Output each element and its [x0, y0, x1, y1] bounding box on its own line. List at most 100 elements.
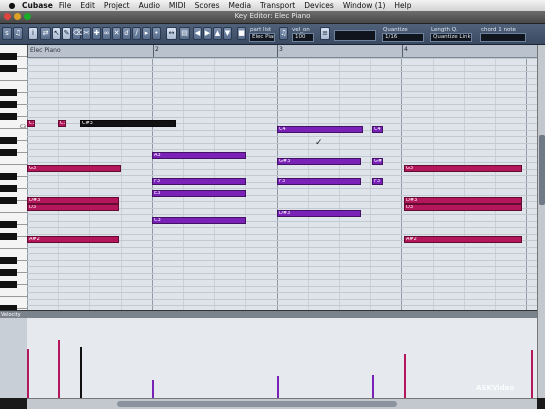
menu-transport[interactable]: Transport	[260, 1, 295, 10]
glue-icon[interactable]: ∞	[102, 27, 111, 40]
part-list-field[interactable]: Elec Piano	[249, 33, 275, 42]
note[interactable]: C4	[372, 126, 383, 133]
piano-black-key[interactable]	[0, 197, 17, 204]
listen-icon[interactable]: ♫	[13, 27, 23, 40]
piano-keyboard[interactable]: C3	[0, 45, 28, 310]
grid-row-line	[27, 292, 537, 293]
snap-mode-field[interactable]	[334, 30, 376, 41]
note[interactable]: D3	[404, 204, 522, 211]
ruler-bar-number: 4	[404, 46, 408, 53]
velocity-bar[interactable]	[152, 380, 154, 398]
zoom-tool-icon[interactable]: ☌	[122, 27, 131, 40]
horizontal-scrollbar[interactable]	[27, 398, 537, 409]
menu-app[interactable]: Cubase	[22, 1, 53, 10]
color-icon[interactable]: ■	[237, 27, 246, 40]
note[interactable]: A3	[152, 152, 246, 159]
note[interactable]: D3	[27, 204, 119, 211]
object-select-icon[interactable]: ↖	[52, 27, 61, 40]
info-icon[interactable]: i	[28, 27, 38, 40]
velocity-bar[interactable]	[372, 375, 374, 398]
menu-audio[interactable]: Audio	[139, 1, 160, 10]
note[interactable]: C3	[152, 217, 246, 224]
note[interactable]: A#2	[404, 236, 522, 243]
velocity-bar[interactable]	[27, 349, 29, 398]
note[interactable]: G#3	[372, 158, 383, 165]
note[interactable]: C4	[277, 126, 363, 133]
apple-icon[interactable]: ●	[6, 1, 18, 10]
note[interactable]: G3	[27, 165, 121, 172]
line-tool-icon[interactable]: ∕	[132, 27, 141, 40]
erase-icon[interactable]: ⌫	[72, 27, 83, 40]
velocity-bar[interactable]	[531, 350, 533, 398]
menu-edit[interactable]: Edit	[80, 1, 95, 10]
ruler[interactable]: Elec Piano 2 3 4	[27, 45, 537, 58]
note[interactable]: F3	[372, 178, 383, 185]
nudge-up-icon[interactable]: ▲	[213, 27, 222, 40]
step-input-icon[interactable]: ♫	[279, 27, 288, 40]
piano-black-key[interactable]	[0, 257, 17, 264]
piano-black-key[interactable]	[0, 269, 17, 276]
note-grid[interactable]: C3 C3 C#3 C4 C4 A3 G#3 G#3 G3 G3 F3 F3 F…	[27, 58, 537, 310]
velocity-bar[interactable]	[277, 376, 279, 398]
piano-black-key[interactable]	[0, 65, 17, 72]
velocity-bar[interactable]	[80, 347, 82, 398]
piano-black-key[interactable]	[0, 173, 17, 180]
note[interactable]: C3	[58, 120, 66, 127]
note[interactable]: D#3	[27, 197, 119, 204]
velocity-field[interactable]: 100	[292, 33, 314, 42]
auto-scroll-icon[interactable]: ⇄	[40, 27, 51, 40]
horizontal-scroll-thumb[interactable]	[117, 401, 397, 407]
vertical-scroll-thumb[interactable]	[539, 135, 545, 205]
note[interactable]: F3	[277, 178, 361, 185]
menu-midi[interactable]: MIDI	[169, 1, 186, 10]
play-tool-icon[interactable]: ▸	[142, 27, 151, 40]
velocity-bar[interactable]	[404, 354, 406, 398]
note[interactable]: C3	[27, 120, 35, 127]
length-quantize-field[interactable]: Quantize Link	[430, 33, 472, 42]
piano-black-key[interactable]	[0, 149, 17, 156]
chord-field[interactable]	[480, 33, 526, 42]
nudge-right-icon[interactable]: ▶	[203, 27, 212, 40]
velocity-bar[interactable]	[58, 340, 60, 398]
note[interactable]: G3	[404, 165, 522, 172]
piano-black-key[interactable]	[0, 53, 17, 60]
note[interactable]: D#3	[404, 197, 522, 204]
menu-project[interactable]: Project	[104, 1, 130, 10]
note[interactable]: C#3	[80, 120, 176, 127]
controller-lane-panel[interactable]	[0, 318, 28, 398]
piano-black-key[interactable]	[0, 101, 17, 108]
piano-black-key[interactable]	[0, 281, 17, 288]
piano-black-key[interactable]	[0, 233, 17, 240]
menu-devices[interactable]: Devices	[304, 1, 334, 10]
mouse-cursor-icon: ✓	[315, 138, 323, 148]
solo-icon[interactable]: s	[2, 27, 12, 40]
menu-media[interactable]: Media	[229, 1, 252, 10]
nudge-left-icon[interactable]: ◀	[193, 27, 202, 40]
note[interactable]: E3	[152, 190, 246, 197]
menu-scores[interactable]: Scores	[195, 1, 220, 10]
piano-black-key[interactable]	[0, 113, 17, 120]
nudge-down-icon[interactable]: ▼	[223, 27, 232, 40]
note[interactable]: F3	[152, 178, 246, 185]
menu-window[interactable]: Window (1)	[343, 1, 386, 10]
autoscroll-toggle-icon[interactable]: ↔	[166, 27, 177, 40]
mute-icon[interactable]: ✕	[112, 27, 121, 40]
draw-icon[interactable]: ✎	[62, 27, 71, 40]
quantize-field[interactable]: 1/16	[382, 33, 424, 42]
menu-file[interactable]: File	[59, 1, 72, 10]
split-icon[interactable]: ✚	[92, 27, 101, 40]
drumstick-icon[interactable]: •	[152, 27, 161, 40]
note[interactable]: A#2	[27, 236, 119, 243]
note[interactable]: D#3	[277, 210, 361, 217]
trim-icon[interactable]: ✂	[82, 27, 91, 40]
menu-help[interactable]: Help	[394, 1, 411, 10]
note[interactable]: G#3	[277, 158, 361, 165]
piano-black-key[interactable]	[0, 137, 17, 144]
piano-black-key[interactable]	[0, 89, 17, 96]
velocity-lane[interactable]	[27, 318, 537, 398]
part-boundary-icon[interactable]: ▤	[179, 27, 190, 40]
snap-icon[interactable]: ≡	[320, 27, 330, 40]
vertical-scrollbar[interactable]	[537, 45, 545, 398]
piano-black-key[interactable]	[0, 221, 17, 228]
piano-black-key[interactable]	[0, 185, 17, 192]
